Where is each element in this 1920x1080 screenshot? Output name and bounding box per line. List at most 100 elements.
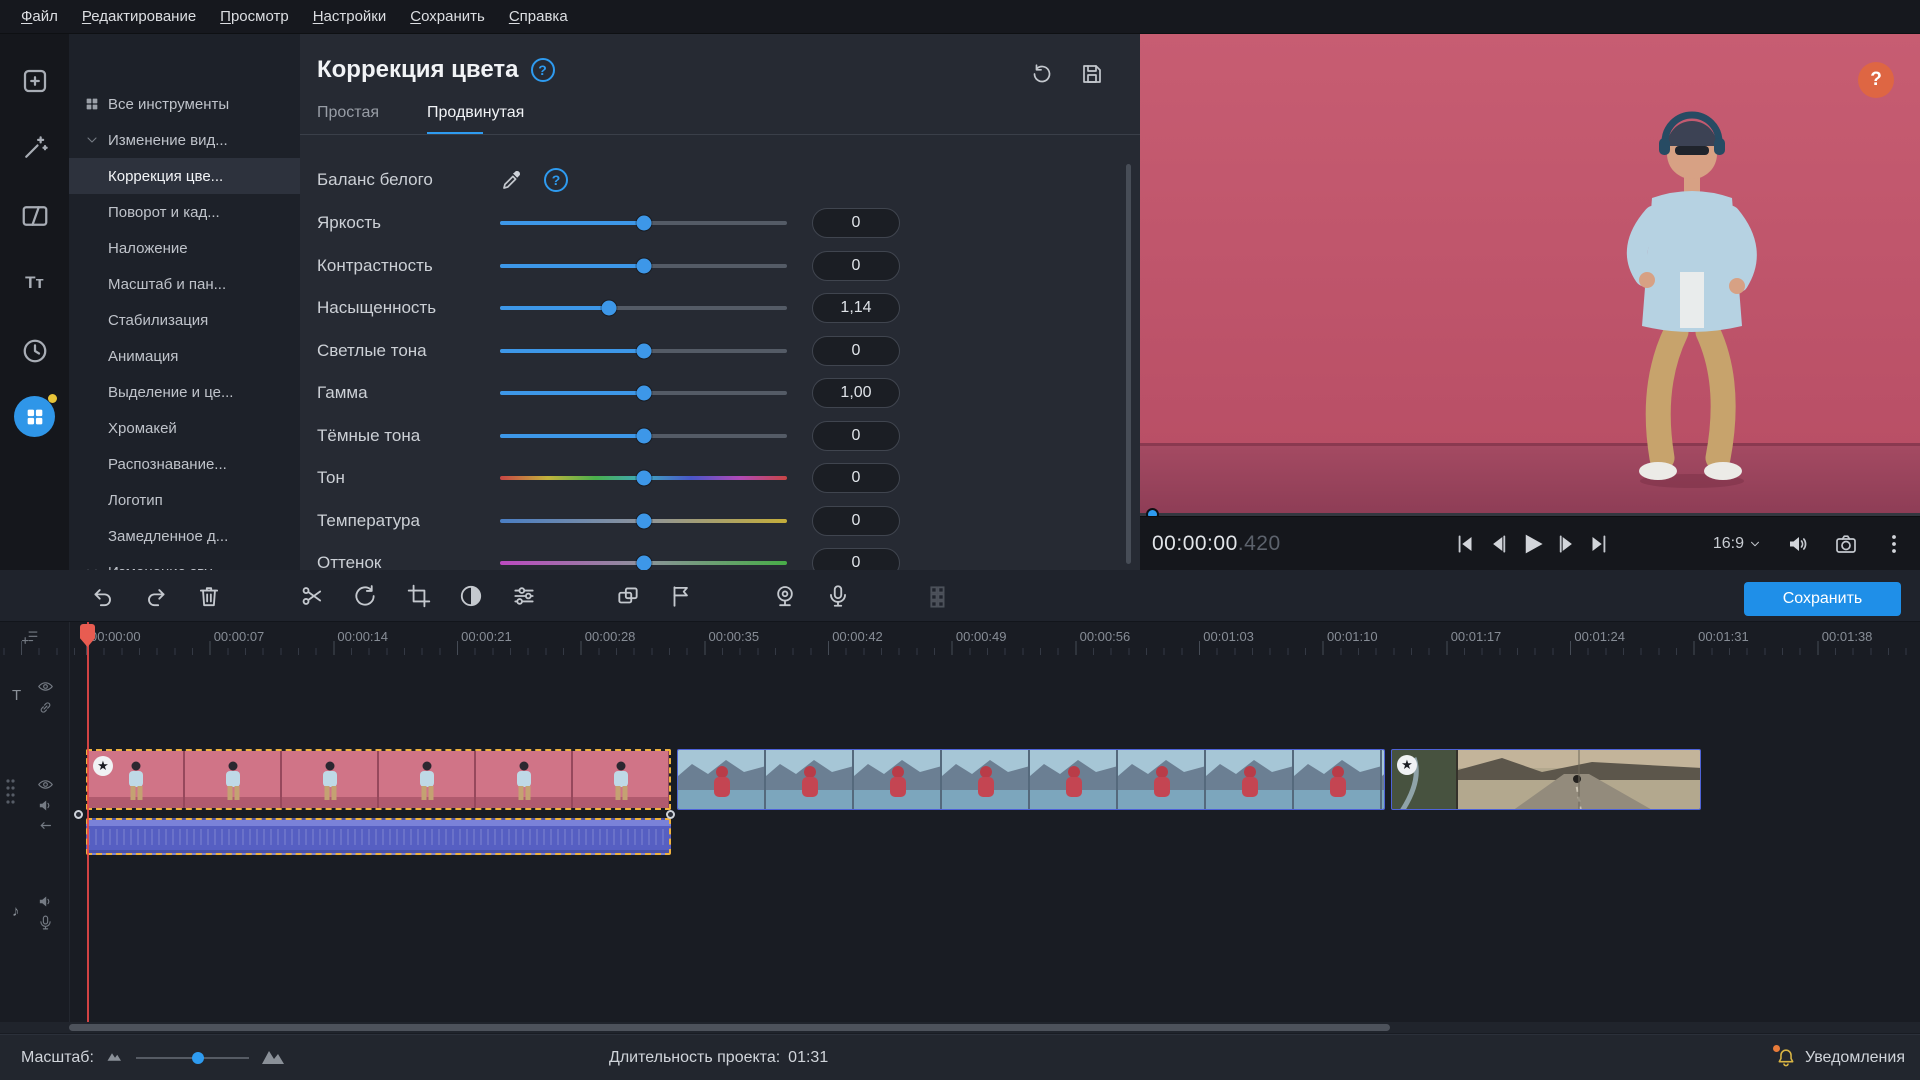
menu-item[interactable]: Справка [509,8,568,25]
slider[interactable] [500,468,787,488]
video-track-arrow-icon[interactable] [37,817,54,834]
video-clip-dancer[interactable]: ★ [86,749,671,810]
tool-panel-item[interactable]: Логотип [69,482,300,518]
aspect-ratio-selector[interactable]: 16:9 [1713,535,1762,553]
video-track-mute-speaker-icon[interactable] [37,797,54,814]
playhead-line[interactable] [87,622,89,1022]
slider[interactable] [500,341,787,361]
audio-track-mic-icon[interactable] [37,914,54,931]
slider[interactable] [500,511,787,531]
slider[interactable] [500,298,787,318]
tool-panel-item[interactable]: Масштаб и пан... [69,266,300,302]
title-track-link-icon[interactable] [37,699,54,716]
slider-thumb[interactable] [636,513,651,528]
slider[interactable] [500,553,787,570]
slider-thumb[interactable] [636,428,651,443]
tool-panel-item[interactable]: Анимация [69,338,300,374]
clock-icon[interactable] [17,333,52,368]
slider-thumb[interactable] [636,258,651,273]
tool-panel-item[interactable]: Изменение вид... [69,122,300,158]
audio-track-mute-speaker-icon[interactable] [37,893,54,910]
title-track-visibility-eye-icon[interactable] [37,678,54,695]
slider-thumb[interactable] [636,386,651,401]
white-balance-help-icon[interactable]: ? [544,168,568,192]
import-media-icon[interactable] [17,63,52,98]
clip-properties-icon[interactable] [511,583,537,609]
undo-icon[interactable] [90,583,116,609]
reset-icon[interactable] [1030,62,1054,86]
titles-icon[interactable]: Тт [17,265,52,300]
timeline-zoom-slider[interactable] [136,1051,249,1065]
tool-panel-item-label: Хромакей [108,420,177,437]
menu-item[interactable]: Настройки [313,8,387,25]
slider-thumb[interactable] [636,343,651,358]
play-button[interactable] [1517,529,1547,559]
notifications-button[interactable]: Уведомления [1775,1035,1905,1080]
save-preset-icon[interactable] [1080,62,1104,86]
menu-item[interactable]: Файл [21,8,58,25]
slider[interactable] [500,213,787,233]
video-track-drag-handle[interactable] [4,776,21,793]
overlay-clips-icon[interactable] [615,583,641,609]
marker-flag-icon[interactable] [668,583,694,609]
slider[interactable] [500,256,787,276]
kebab-menu-icon[interactable] [1882,532,1906,556]
filters-magic-wand-icon[interactable] [17,130,52,165]
add-track-icon[interactable] [22,626,39,643]
previous-frame-button[interactable] [1485,531,1511,557]
slider[interactable] [500,426,787,446]
audio-link-handle-left[interactable] [74,810,83,819]
volume-icon[interactable] [1786,532,1810,556]
tab-advanced[interactable]: Продвинутая [427,104,524,135]
save-button[interactable]: Сохранить [1744,582,1901,616]
skip-to-start-button[interactable] [1452,531,1478,557]
tool-panel-item[interactable]: Стабилизация [69,302,300,338]
snapshot-camera-icon[interactable] [1834,532,1858,556]
video-clip-skateboard[interactable]: ★ [1391,749,1701,810]
zoom-out-mountain-icon[interactable] [106,1048,124,1068]
slider-thumb[interactable] [636,556,651,570]
tool-panel-item[interactable]: Наложение [69,230,300,266]
tab-simple[interactable]: Простая [317,104,379,135]
tool-panel-item[interactable]: Выделение и це... [69,374,300,410]
audio-link-handle-right[interactable] [666,810,675,819]
tool-panel-item[interactable]: Распознавание... [69,446,300,482]
zoom-slider-thumb[interactable] [192,1052,204,1064]
slider[interactable] [500,383,787,403]
tool-panel-item[interactable]: Изменение зву... [69,554,300,570]
slider-thumb[interactable] [636,216,651,231]
grid-view-icon[interactable] [927,583,953,609]
help-button[interactable]: ? [1858,62,1894,98]
menu-item[interactable]: Редактирование [82,8,196,25]
rotate-icon[interactable] [352,583,378,609]
transitions-icon[interactable] [17,198,52,233]
slider-thumb[interactable] [602,301,617,316]
zoom-in-mountain-icon[interactable] [261,1046,285,1071]
redo-icon[interactable] [143,583,169,609]
tool-panel-item[interactable]: Все инструменты [69,86,300,122]
next-frame-button[interactable] [1554,531,1580,557]
tool-panel-item[interactable]: Поворот и кад... [69,194,300,230]
microphone-record-icon[interactable] [825,583,851,609]
cut-scissors-icon[interactable] [299,583,325,609]
help-icon[interactable]: ? [531,58,555,82]
tool-panel-item[interactable]: Коррекция цве... [69,158,300,194]
timeline-ruler[interactable]: 00:00:0000:00:0700:00:1400:00:2100:00:28… [0,622,1920,655]
menu-item[interactable]: Просмотр [220,8,289,25]
tool-panel-item[interactable]: Хромакей [69,410,300,446]
scrollbar-thumb[interactable] [69,1024,1390,1031]
eyedropper-icon[interactable] [500,168,524,192]
tool-panel-item[interactable]: Замедленное д... [69,518,300,554]
more-tools-apps-grid-icon[interactable] [14,396,55,437]
video-clip-red-hoodie[interactable] [677,749,1385,810]
slider-thumb[interactable] [636,471,651,486]
video-track-visibility-eye-icon[interactable] [37,776,54,793]
crop-icon[interactable] [406,583,432,609]
delete-icon[interactable] [196,583,222,609]
menu-item[interactable]: Сохранить [410,8,485,25]
linked-audio-clip[interactable] [86,818,671,855]
settings-scrollbar[interactable] [1126,164,1131,564]
webcam-record-icon[interactable] [772,583,798,609]
color-adjustments-icon[interactable] [458,583,484,609]
skip-to-end-button[interactable] [1586,531,1612,557]
